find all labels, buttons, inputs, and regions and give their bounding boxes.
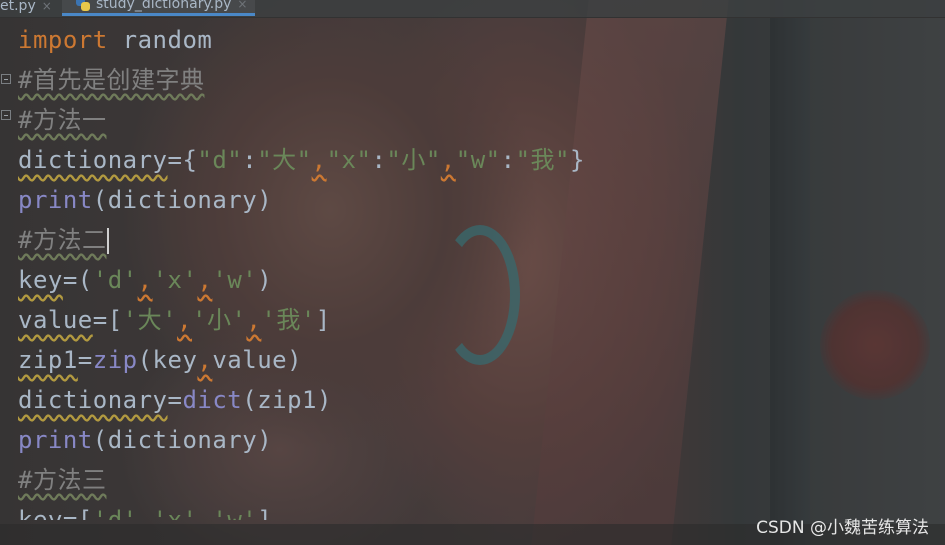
- code-line[interactable]: #首先是创建字典: [18, 60, 938, 100]
- code-token: ,: [197, 506, 213, 520]
- code-token: =[: [92, 306, 123, 334]
- code-token: :: [500, 146, 516, 174]
- code-token: :: [242, 146, 258, 174]
- editor-gutter: [0, 18, 14, 545]
- code-line[interactable]: import random: [18, 20, 938, 60]
- code-token: "大": [257, 146, 312, 174]
- fold-marker-icon[interactable]: [1, 110, 11, 120]
- tab-et-py[interactable]: et.py ×: [0, 0, 52, 16]
- code-token: (dictionary): [92, 426, 273, 454]
- code-token: ={: [167, 146, 198, 174]
- code-token: =[: [62, 506, 93, 520]
- code-line[interactable]: print(dictionary): [18, 180, 938, 220]
- code-token: =(: [62, 266, 93, 294]
- code-token: key: [18, 506, 63, 520]
- code-token: =: [167, 386, 183, 414]
- tab-label: et.py: [0, 0, 36, 14]
- code-token: "x": [326, 146, 372, 174]
- code-line[interactable]: value=['大','小','我']: [18, 300, 938, 340]
- code-token: "我": [515, 146, 570, 174]
- code-token: =: [77, 346, 93, 374]
- code-token: random: [107, 26, 213, 54]
- code-token: "小": [386, 146, 441, 174]
- code-token: 'd': [92, 506, 138, 520]
- code-token: "d": [197, 146, 243, 174]
- code-token: print: [18, 186, 93, 214]
- code-token: ,: [137, 266, 153, 294]
- code-token: '小': [192, 306, 247, 334]
- code-token: (dictionary): [92, 186, 273, 214]
- code-token: dictionary: [18, 146, 168, 174]
- code-token: ]: [257, 506, 273, 520]
- code-token: dictionary: [18, 386, 168, 414]
- code-token: #方法三: [18, 466, 107, 494]
- editor-tab-bar: et.py × study_dictionary.py ×: [0, 0, 945, 18]
- code-line[interactable]: dictionary=dict(zip1): [18, 380, 938, 420]
- code-token: "w": [455, 146, 501, 174]
- code-token: ]: [315, 306, 331, 334]
- code-token: dict: [182, 386, 243, 414]
- code-token: ,: [440, 146, 456, 174]
- code-token: ,: [177, 306, 193, 334]
- close-icon[interactable]: ×: [42, 0, 52, 13]
- code-token: zip1: [18, 346, 78, 374]
- csdn-watermark: CSDN @小魏苦练算法: [756, 518, 929, 538]
- python-file-icon: [76, 0, 90, 11]
- code-token: ): [257, 266, 273, 294]
- code-token: '我': [261, 306, 316, 334]
- code-line[interactable]: key=('d','x','w'): [18, 260, 938, 300]
- code-token: ,: [246, 306, 262, 334]
- code-token: ,: [137, 506, 153, 520]
- code-token: print: [18, 426, 93, 454]
- code-token: }: [569, 146, 585, 174]
- code-line[interactable]: #方法二: [18, 220, 938, 260]
- code-editor[interactable]: import random #首先是创建字典 #方法一 dictionary={"d"…: [18, 20, 938, 520]
- code-line[interactable]: print(dictionary): [18, 420, 938, 460]
- code-token: :: [371, 146, 387, 174]
- code-line[interactable]: #方法三: [18, 460, 938, 500]
- code-token: ,: [197, 346, 213, 374]
- code-token: 'w': [212, 506, 258, 520]
- code-token: 'w': [212, 266, 258, 294]
- tab-study-dictionary-py[interactable]: study_dictionary.py ×: [62, 0, 256, 16]
- code-token: #方法一: [18, 106, 107, 134]
- code-token: 'x': [152, 506, 198, 520]
- code-token: (zip1): [242, 386, 332, 414]
- code-token: key: [18, 266, 63, 294]
- code-token: ,: [197, 266, 213, 294]
- code-token: zip: [92, 346, 138, 374]
- code-token: 'd': [92, 266, 138, 294]
- code-line[interactable]: zip1=zip(key,value): [18, 340, 938, 380]
- code-token: import: [18, 26, 108, 54]
- code-line[interactable]: #方法一: [18, 100, 938, 140]
- code-token: #方法二: [18, 226, 107, 254]
- fold-marker-icon[interactable]: [1, 74, 11, 84]
- code-token: ,: [311, 146, 327, 174]
- code-token: '大': [122, 306, 178, 334]
- code-token: value: [18, 306, 93, 334]
- close-icon[interactable]: ×: [237, 0, 247, 11]
- text-caret: [107, 228, 110, 254]
- code-token: (key: [137, 346, 198, 374]
- code-line[interactable]: dictionary={"d":"大","x":"小","w":"我"}: [18, 140, 938, 180]
- tab-label: study_dictionary.py: [96, 0, 232, 12]
- code-token: #首先是创建字典: [18, 66, 205, 94]
- code-token: 'x': [152, 266, 198, 294]
- code-token: value): [212, 346, 303, 374]
